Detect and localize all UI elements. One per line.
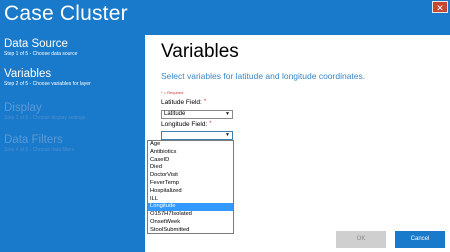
page-title: Variables — [161, 41, 239, 62]
list-item[interactable]: Antibiotics — [148, 149, 233, 157]
list-item[interactable]: StoolSubmitted — [148, 227, 233, 235]
list-item[interactable]: Died — [148, 164, 233, 172]
list-item-highlighted[interactable]: Longitude — [148, 203, 233, 212]
longitude-label: Longitude Field: * — [161, 121, 212, 128]
cancel-button[interactable]: Cancel — [395, 231, 445, 248]
latitude-select[interactable]: Latitude ▼ — [161, 110, 233, 119]
list-item[interactable]: Hospitalized — [148, 188, 233, 196]
ok-button[interactable]: OK — [336, 231, 386, 248]
close-icon: ✕ — [436, 3, 444, 13]
latitude-label-text: Latitude Field: — [161, 99, 202, 106]
list-item[interactable]: DoctorVisit — [148, 172, 233, 180]
page-subtitle: Select variables for latitude and longit… — [161, 71, 366, 81]
list-item[interactable]: O157H7Isolated — [148, 211, 233, 219]
window-title: Case Cluster — [4, 2, 128, 25]
required-note: * = Required — [161, 90, 184, 95]
step-variables[interactable]: Variables Step 2 of 5 - Choose variables… — [4, 68, 145, 88]
step-data-filters[interactable]: Data Filters Step 4 of 5 - Choose data f… — [4, 134, 145, 154]
step-data-source[interactable]: Data Source Step 1 of 5 - Choose data so… — [4, 38, 145, 58]
longitude-dropdown-list[interactable]: Age Antibiotics CaseID Died DoctorVisit … — [147, 140, 234, 234]
step-subtitle: Step 1 of 5 - Choose data source — [4, 51, 78, 57]
required-mark: * — [209, 121, 212, 127]
list-item[interactable]: Age — [148, 141, 233, 149]
list-item[interactable]: FeverTemp — [148, 180, 233, 188]
longitude-label-text: Longitude Field: — [161, 121, 208, 128]
step-title: Data Source — [4, 38, 68, 50]
step-title: Data Filters — [4, 134, 63, 146]
step-display[interactable]: Display Step 3 of 5 - Choose display set… — [4, 102, 145, 122]
required-mark: * — [203, 99, 207, 105]
list-item[interactable]: CaseID — [148, 157, 233, 165]
list-item[interactable]: OnsetWeek — [148, 219, 233, 227]
chevron-down-icon: ▼ — [225, 111, 230, 117]
step-title: Display — [4, 102, 42, 114]
step-title: Variables — [4, 68, 52, 80]
latitude-label: Latitude Field: * — [161, 99, 206, 106]
chevron-down-icon: ▼ — [225, 132, 230, 138]
latitude-value: Latitude — [164, 111, 186, 117]
step-subtitle: Step 3 of 5 - Choose display settings — [4, 115, 86, 121]
longitude-select[interactable]: ▼ — [161, 131, 233, 140]
step-subtitle: Step 4 of 5 - Choose data filters — [4, 147, 75, 153]
close-button[interactable]: ✕ — [432, 1, 448, 13]
step-subtitle: Step 2 of 5 - Choose variables for layer — [4, 81, 91, 87]
list-item[interactable]: ILL — [148, 196, 233, 204]
